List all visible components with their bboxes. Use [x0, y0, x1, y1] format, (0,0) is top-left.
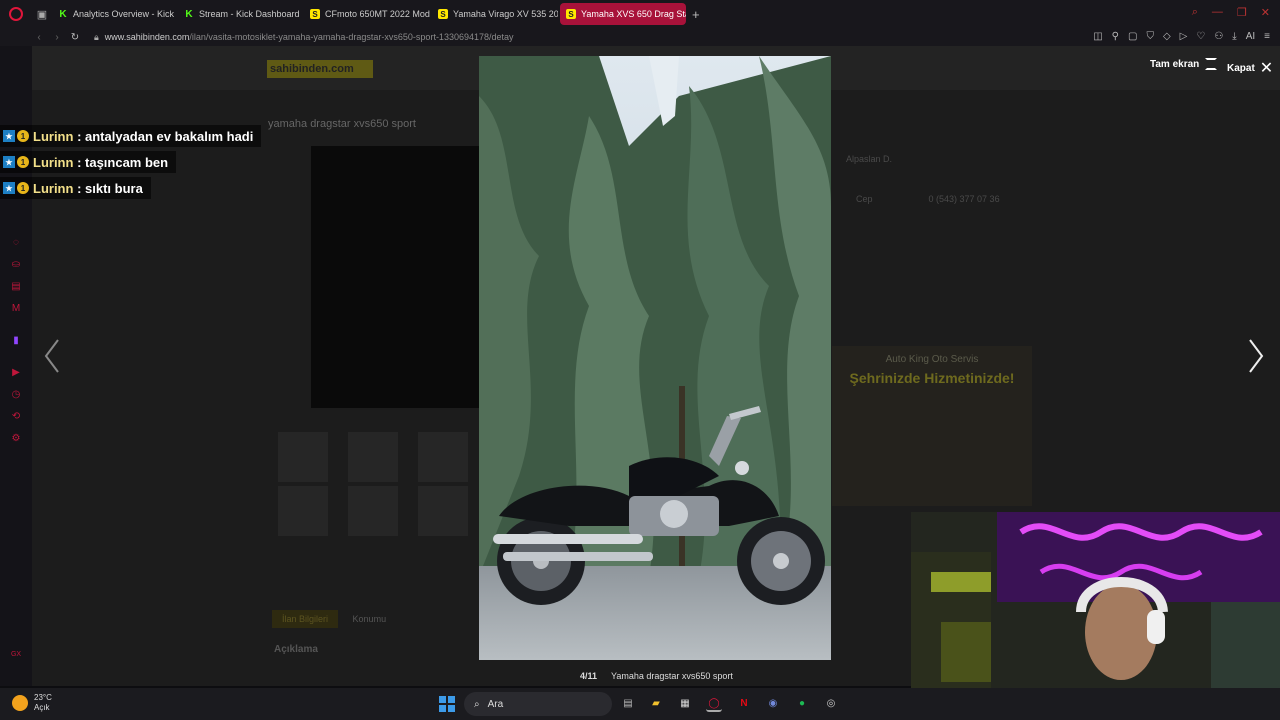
search-tabs-icon[interactable]: ⌕	[1192, 6, 1198, 19]
weather-sun-icon	[12, 695, 28, 711]
tab-location[interactable]: Konumu	[353, 614, 387, 624]
netflix-icon[interactable]: N	[736, 696, 752, 712]
mail-icon[interactable]: M	[9, 302, 23, 316]
photo-caption: 4/11 Yamaha dragstar xvs650 sport	[580, 671, 733, 681]
listing-main-image[interactable]	[311, 146, 481, 408]
previous-photo-button[interactable]	[42, 336, 62, 376]
site-logo[interactable]: sahibinden.com	[267, 60, 373, 78]
close-window-icon[interactable]: ✕	[1261, 6, 1270, 19]
back-icon[interactable]: ‹	[30, 32, 48, 43]
reload-icon[interactable]: ↻	[66, 32, 84, 43]
kick-icon: K	[59, 8, 67, 20]
listing-title: yamaha dragstar xvs650 sport	[268, 118, 416, 130]
sahibinden-icon: S	[438, 9, 448, 19]
browser-toolbar: ◫ ⚲ ▢ ⛉ ◇ ▷ ♡ ⚇ ⤓ AI ≡	[1093, 31, 1270, 42]
shield-icon[interactable]: ⛉	[1146, 31, 1154, 42]
bag-icon[interactable]: ⛀	[9, 258, 23, 272]
listing-thumbnail[interactable]	[418, 432, 468, 482]
tab-listing-info[interactable]: İlan Bilgileri	[272, 610, 339, 628]
windows-start-icon[interactable]	[439, 696, 455, 712]
browser-tab-strip: ▣ K Analytics Overview - Kick D K Stream…	[0, 0, 1280, 28]
address-bar: ‹ › ↻ 🔒︎ www.sahibinden.com/ilan/vasita-…	[0, 28, 1280, 46]
gx-icon[interactable]: GX	[9, 648, 23, 662]
seller-phone: Cep 0 (543) 377 07 36	[856, 194, 1000, 204]
browser-tab[interactable]: S CFmoto 650MT 2022 Mod	[304, 3, 430, 25]
close-button[interactable]: Kapat ✕	[1227, 58, 1273, 78]
listing-thumbnail[interactable]	[418, 486, 468, 536]
chat-message: ★ 1 Lurinn : taşıncam ben	[0, 151, 177, 173]
ai-icon[interactable]: AI	[1246, 31, 1255, 42]
browser-tab-active[interactable]: S Yamaha XVS 650 Drag Sta	[560, 3, 686, 25]
sidebar-toggle-icon[interactable]: ◫	[1093, 31, 1102, 42]
discord-icon[interactable]: ◉	[765, 696, 781, 712]
window-controls: ⌕ — ❐ ✕	[1192, 6, 1270, 19]
settings-icon[interactable]: ⚙	[9, 432, 23, 446]
listing-thumbnail[interactable]	[348, 432, 398, 482]
file-explorer-icon[interactable]: ▰	[648, 696, 664, 712]
maximize-icon[interactable]: ❐	[1237, 6, 1247, 19]
browser-tab[interactable]: K Analytics Overview - Kick D	[52, 3, 176, 25]
close-icon: ✕	[1259, 60, 1274, 77]
listing-tabs: İlan Bilgileri Konumu	[272, 610, 387, 628]
listing-thumbnail[interactable]	[278, 486, 328, 536]
subscriber-badge-icon: 1	[17, 130, 29, 142]
photo-title: Yamaha dragstar xvs650 sport	[611, 671, 733, 681]
chat-message: ★ 1 Lurinn : sıktı bura	[0, 177, 151, 199]
next-photo-button[interactable]	[1246, 336, 1266, 376]
forward-icon[interactable]: ›	[48, 32, 66, 43]
new-tab-button[interactable]: +	[692, 7, 700, 22]
search-icon: ⌕	[474, 698, 480, 710]
moderator-badge-icon: ★	[3, 182, 15, 194]
sahibinden-icon: S	[566, 9, 576, 19]
opera-gx-icon[interactable]: ◯	[706, 696, 722, 712]
weather-widget[interactable]: 23°C Açık	[12, 693, 52, 713]
chevron-left-icon	[44, 339, 59, 373]
task-view-icon[interactable]: ▤	[620, 696, 636, 712]
seller-name: Alpaslan D.	[846, 154, 893, 164]
lock-icon: 🔒︎	[94, 31, 99, 42]
chevron-right-icon	[1249, 339, 1264, 373]
chat-message: ★ 1 Lurinn : antalyadan ev bakalım hadi	[0, 125, 262, 147]
subscriber-badge-icon: 1	[17, 182, 29, 194]
minimize-icon[interactable]: —	[1212, 6, 1223, 19]
heart-icon[interactable]: ♡	[1196, 31, 1205, 42]
pin-icon[interactable]: ⚲	[1112, 31, 1119, 42]
player-icon[interactable]: ▶	[9, 366, 23, 380]
opera-logo-icon[interactable]	[0, 0, 32, 28]
listing-thumbnail[interactable]	[278, 432, 328, 482]
photo-counter: 4/11	[580, 671, 598, 681]
listing-thumbnail[interactable]	[348, 486, 398, 536]
snapshot-icon[interactable]: ▢	[1128, 31, 1137, 42]
browser-tab[interactable]: K Stream - Kick Dashboard	[178, 3, 302, 25]
url-field[interactable]: 🔒︎ www.sahibinden.com/ilan/vasita-motosi…	[94, 32, 514, 43]
play-icon[interactable]: ▷	[1180, 31, 1188, 42]
workspaces-icon[interactable]: ▣	[32, 0, 52, 28]
aria-icon[interactable]: ◌	[9, 236, 23, 250]
obs-icon[interactable]: ◎	[823, 696, 839, 712]
taskbar-search[interactable]: ⌕ Ara	[464, 692, 612, 716]
account-icon[interactable]: ⚇	[1214, 31, 1223, 42]
news-icon[interactable]: ▤	[9, 280, 23, 294]
lightbox-photo[interactable]	[479, 56, 831, 660]
moderator-badge-icon: ★	[3, 156, 15, 168]
download-icon[interactable]: ⤓	[1232, 31, 1236, 42]
history-icon[interactable]: ◷	[9, 388, 23, 402]
subscriber-badge-icon: 1	[17, 156, 29, 168]
fullscreen-button[interactable]: Tam ekran	[1150, 58, 1218, 70]
description-heading: Açıklama	[274, 644, 318, 655]
taskbar	[0, 688, 1280, 720]
moderator-badge-icon: ★	[3, 130, 15, 142]
twitch-icon[interactable]: ▮	[9, 334, 23, 348]
browser-tab[interactable]: S Yamaha Virago XV 535 20	[432, 3, 558, 25]
sahibinden-icon: S	[310, 9, 320, 19]
kick-icon: K	[185, 8, 193, 20]
fullscreen-icon	[1205, 58, 1218, 70]
extensions-sidebar-icon[interactable]: ⟲	[9, 410, 23, 424]
menu-icon[interactable]: ≡	[1264, 31, 1270, 42]
advert-banner[interactable]: Auto King Oto Servis Şehrinizde Hizmetin…	[832, 346, 1032, 506]
spotify-icon[interactable]: ●	[794, 696, 810, 712]
store-icon[interactable]: ▦	[677, 696, 693, 712]
extensions-icon[interactable]: ◇	[1163, 31, 1171, 42]
